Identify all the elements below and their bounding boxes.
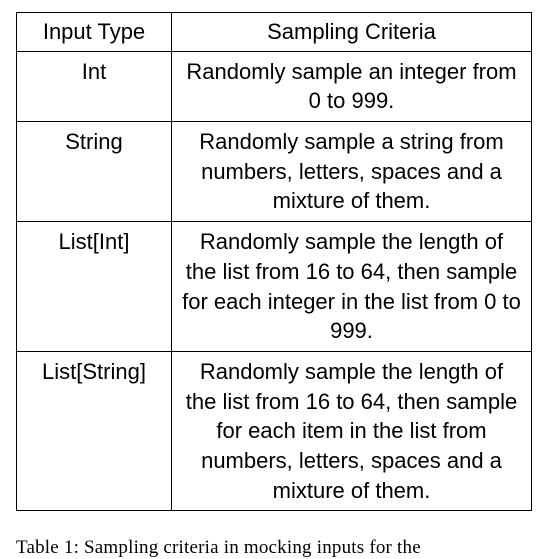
table-row: String Randomly sample a string from num… [17,122,532,222]
cell-input-type: Int [17,51,172,121]
cell-criteria: Randomly sample the length of the list f… [172,222,532,352]
table-row: List[String] Randomly sample the length … [17,351,532,510]
header-input-type: Input Type [17,13,172,52]
caption-text: Sampling criteria in mocking inputs for … [84,537,421,558]
cell-input-type: String [17,122,172,222]
cell-input-type: List[Int] [17,222,172,352]
table-caption: Table 1: Sampling criteria in mocking in… [16,537,532,559]
table-row: Int Randomly sample an integer from 0 to… [17,51,532,121]
header-sampling-criteria: Sampling Criteria [172,13,532,52]
table-header-row: Input Type Sampling Criteria [17,13,532,52]
cell-criteria: Randomly sample an integer from 0 to 999… [172,51,532,121]
table-row: List[Int] Randomly sample the length of … [17,222,532,352]
cell-criteria: Randomly sample a string from numbers, l… [172,122,532,222]
sampling-criteria-table: Input Type Sampling Criteria Int Randoml… [16,12,532,511]
cell-input-type: List[String] [17,351,172,510]
cell-criteria: Randomly sample the length of the list f… [172,351,532,510]
caption-prefix: Table 1: [16,537,79,558]
